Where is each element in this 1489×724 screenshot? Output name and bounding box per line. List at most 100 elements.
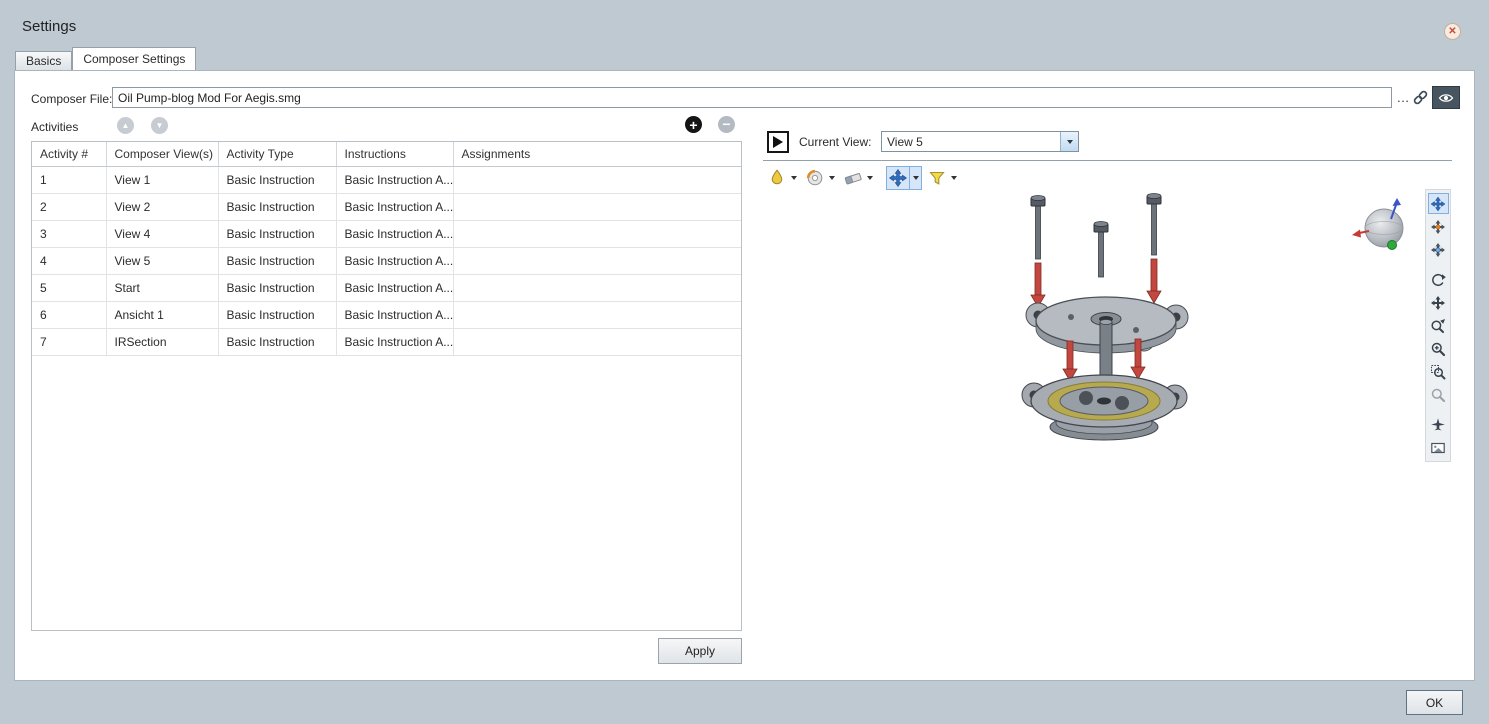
cell-assignments[interactable] [453,248,741,275]
table-row[interactable]: 1 View 1 Basic Instruction Basic Instruc… [32,167,741,194]
cell-type[interactable]: Basic Instruction [218,221,336,248]
funnel-icon [927,168,947,188]
cell-instructions[interactable]: Basic Instruction A... [336,275,453,302]
arrow-up-icon: ▲ [122,121,130,130]
zoom-in-button[interactable] [1428,338,1449,359]
add-activity-button[interactable]: + [685,116,702,133]
column-header[interactable]: Assignments [453,142,741,167]
dropdown-caret[interactable] [864,167,875,189]
cell-activity-num[interactable]: 7 [32,329,106,356]
current-view-select[interactable]: View 5 [881,131,1079,152]
clipping-button[interactable] [841,166,876,190]
cell-type[interactable]: Basic Instruction [218,275,336,302]
move-arrows-icon [1430,196,1446,212]
cell-activity-num[interactable]: 4 [32,248,106,275]
zoom-area-icon [1430,364,1446,380]
cell-assignments[interactable] [453,329,741,356]
remove-activity-button[interactable]: − [718,116,735,133]
cell-type[interactable]: Basic Instruction [218,167,336,194]
cell-instructions[interactable]: Basic Instruction A... [336,221,453,248]
browse-button[interactable]: … [1395,87,1411,108]
cell-view[interactable]: Start [106,275,218,302]
cell-type[interactable]: Basic Instruction [218,302,336,329]
table-row[interactable]: 6 Ansicht 1 Basic Instruction Basic Inst… [32,302,741,329]
table-row[interactable]: 2 View 2 Basic Instruction Basic Instruc… [32,194,741,221]
table-row[interactable]: 7 IRSection Basic Instruction Basic Inst… [32,329,741,356]
move-arrows-icon [888,168,908,188]
cell-activity-num[interactable]: 3 [32,221,106,248]
cell-instructions[interactable]: Basic Instruction A... [336,248,453,275]
cell-view[interactable]: Ansicht 1 [106,302,218,329]
render-style-button[interactable] [765,166,800,190]
apply-button[interactable]: Apply [658,638,742,664]
cell-assignments[interactable] [453,194,741,221]
cell-instructions[interactable]: Basic Instruction A... [336,329,453,356]
dropdown-caret[interactable] [948,167,959,189]
tab-basics[interactable]: Basics [15,51,72,70]
dropdown-caret[interactable] [909,167,921,189]
cell-view[interactable]: View 5 [106,248,218,275]
zoom-area-button[interactable] [1428,361,1449,382]
cell-instructions[interactable]: Basic Instruction A... [336,167,453,194]
cell-view[interactable]: View 1 [106,167,218,194]
pump-shaft [1100,320,1112,380]
column-header[interactable]: Activity # [32,142,106,167]
tab-composer-settings[interactable]: Composer Settings [72,47,196,70]
column-header[interactable]: Activity Type [218,142,336,167]
shader-drop-icon [767,168,787,188]
cell-view[interactable]: View 2 [106,194,218,221]
fly-through-button[interactable] [1428,414,1449,435]
cell-instructions[interactable]: Basic Instruction A... [336,194,453,221]
cell-assignments[interactable] [453,302,741,329]
crosshair-dot-icon [1430,219,1446,235]
move-activity-up-button[interactable]: ▲ [117,117,134,134]
dropdown-button[interactable] [1060,132,1078,151]
close-button[interactable]: ✕ [1444,23,1461,40]
viewer-toolbar [765,165,960,191]
dropdown-caret[interactable] [826,167,837,189]
table-row[interactable]: 4 View 5 Basic Instruction Basic Instruc… [32,248,741,275]
zoom-button[interactable] [1428,315,1449,336]
select-move-button[interactable] [1428,193,1449,214]
cell-activity-num[interactable]: 5 [32,275,106,302]
composer-file-label: Composer File: [31,92,112,106]
cell-assignments[interactable] [453,275,741,302]
cell-activity-num[interactable]: 2 [32,194,106,221]
filter-button[interactable] [925,166,960,190]
zoom-in-icon [1430,341,1446,357]
table-row[interactable]: 5 Start Basic Instruction Basic Instruct… [32,275,741,302]
link-button[interactable] [1412,89,1429,106]
play-icon [773,136,783,148]
cell-assignments[interactable] [453,221,741,248]
column-header[interactable]: Composer View(s) [106,142,218,167]
column-header[interactable]: Instructions [336,142,453,167]
cell-assignments[interactable] [453,167,741,194]
eye-icon [1437,91,1455,105]
play-button[interactable] [767,131,789,153]
snapshot-button[interactable] [1428,437,1449,458]
cell-type[interactable]: Basic Instruction [218,194,336,221]
dropdown-caret[interactable] [788,167,799,189]
pan-button[interactable] [1428,292,1449,313]
cell-type[interactable]: Basic Instruction [218,329,336,356]
model-3d-view[interactable] [986,189,1236,449]
navigation-orb[interactable] [1351,195,1415,259]
preview-button[interactable] [1432,86,1460,109]
move-activity-down-button[interactable]: ▼ [151,117,168,134]
cell-instructions[interactable]: Basic Instruction A... [336,302,453,329]
ok-button[interactable]: OK [1406,690,1463,715]
cell-activity-num[interactable]: 1 [32,167,106,194]
view-mode-button[interactable] [803,166,838,190]
zoom-previous-button[interactable] [1428,384,1449,405]
orbit-button[interactable] [1428,269,1449,290]
cell-activity-num[interactable]: 6 [32,302,106,329]
translate-part-button[interactable] [1428,216,1449,237]
composer-file-input[interactable] [112,87,1392,108]
transform-part-button[interactable] [1428,239,1449,260]
move-mode-button[interactable] [886,166,922,190]
cell-type[interactable]: Basic Instruction [218,248,336,275]
cell-view[interactable]: View 4 [106,221,218,248]
pump-lower-housing [1022,375,1187,440]
cell-view[interactable]: IRSection [106,329,218,356]
table-row[interactable]: 3 View 4 Basic Instruction Basic Instruc… [32,221,741,248]
